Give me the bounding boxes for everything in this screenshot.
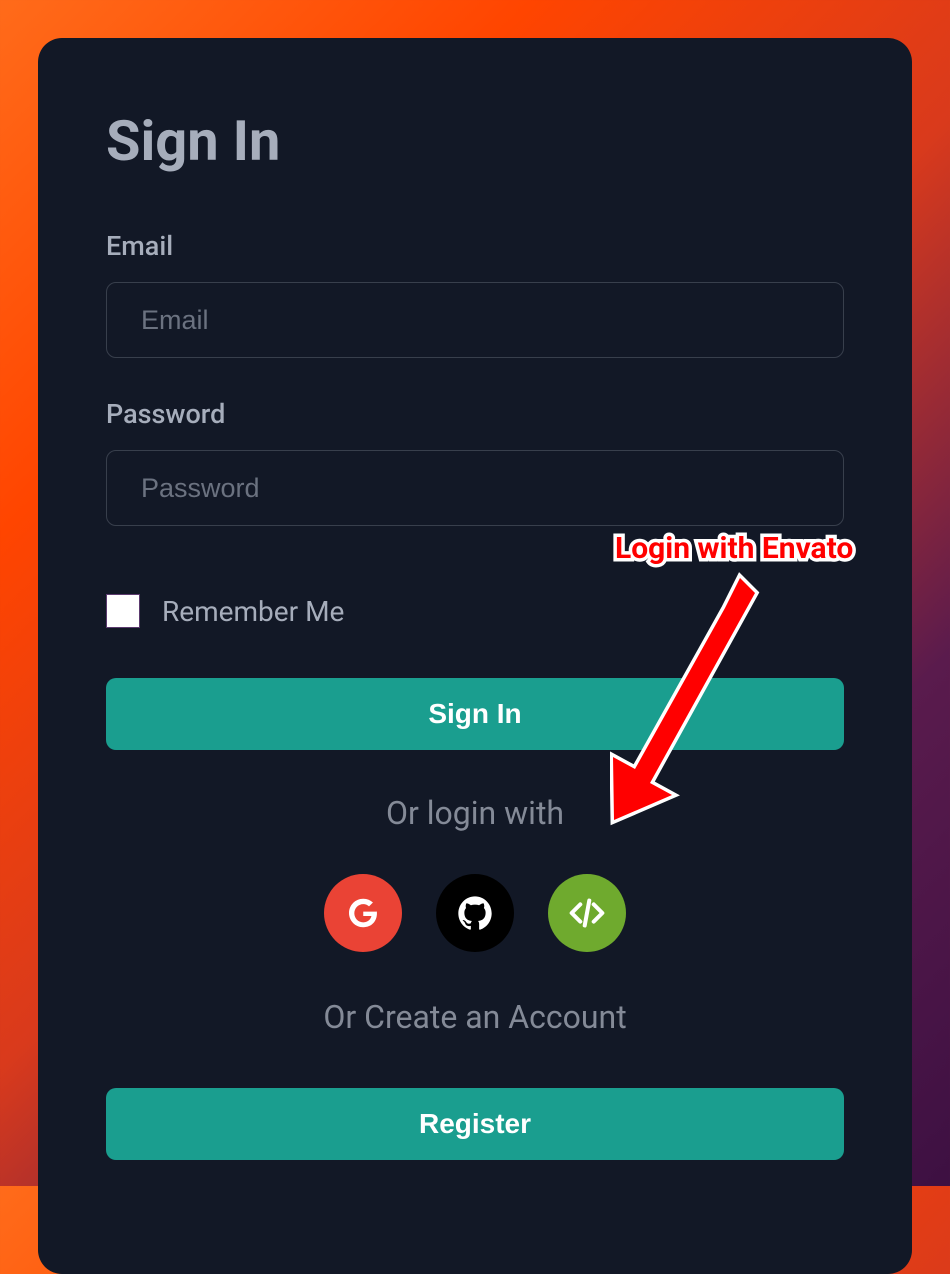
remember-row: Remember Me bbox=[106, 594, 844, 628]
password-input[interactable] bbox=[106, 450, 844, 526]
envato-login-button[interactable] bbox=[548, 874, 626, 952]
page-title: Sign In bbox=[106, 108, 844, 174]
remember-checkbox[interactable] bbox=[106, 594, 140, 628]
github-icon bbox=[455, 893, 495, 933]
email-input[interactable] bbox=[106, 282, 844, 358]
signin-button[interactable]: Sign In bbox=[106, 678, 844, 750]
or-create-account-text: Or Create an Account bbox=[106, 998, 844, 1036]
google-login-button[interactable] bbox=[324, 874, 402, 952]
register-button[interactable]: Register bbox=[106, 1088, 844, 1160]
or-login-with-text: Or login with bbox=[106, 794, 844, 832]
code-icon bbox=[564, 890, 610, 936]
password-label: Password bbox=[106, 398, 844, 430]
remember-label: Remember Me bbox=[162, 595, 344, 628]
google-icon bbox=[345, 895, 381, 931]
email-label: Email bbox=[106, 230, 844, 262]
github-login-button[interactable] bbox=[436, 874, 514, 952]
signin-card: Sign In Email Password Remember Me Sign … bbox=[38, 38, 912, 1274]
social-login-row bbox=[106, 874, 844, 952]
